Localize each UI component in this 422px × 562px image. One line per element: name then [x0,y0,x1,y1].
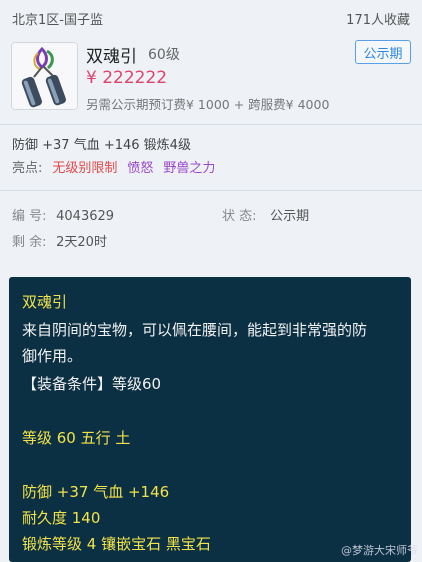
favorites-count[interactable]: 171人收藏 [346,9,410,28]
highlight-tag: 野兽之力 [163,161,216,176]
tooltip-stat-line: 防御 +37 气血 +146 [22,483,170,501]
server-label: 北京1区-国子监 [12,12,103,28]
twin-bell-pendant-icon [11,42,78,110]
remain-label: 剩 余: [12,235,47,250]
item-level: 60级 [148,47,180,63]
fee-note: 另需公示期预订费¥ 1000 + 跨服费¥ 4000 [86,97,330,112]
tooltip-title: 双魂引 [22,293,68,311]
highlight-tag: 愤怒 [127,161,154,176]
item-id-row: 编 号: 4043629 [12,205,114,224]
tooltip-desc: 御作用。 [22,347,83,365]
divider [0,190,422,191]
item-tooltip: 双魂引 来自阴间的宝物，可以佩在腰间，能起到非常强的防 御作用。 【装备条件】等… [9,277,411,562]
id-label: 编 号: [12,209,47,224]
highlights-label: 亮点: [12,161,43,176]
item-name: 双魂引 [86,47,137,67]
top-bar: 北京1区-国子监 171人收藏 [0,0,422,36]
tooltip-level-line: 等级 60 五行 土 [22,429,131,447]
tooltip-durability: 耐久度 140 [22,509,101,527]
watermark: @梦游大宋师爷 [341,544,418,557]
highlights-row: 亮点: 无级别限制 愤怒 野兽之力 [12,157,215,176]
remaining-row: 剩 余: 2天20时 [12,231,107,250]
tooltip-requirement: 【装备条件】等级60 [22,375,162,393]
tooltip-desc: 来自阴间的宝物，可以佩在腰间，能起到非常强的防 [22,321,368,339]
item-price: ¥ 222222 [86,68,168,88]
item-card[interactable]: 双魂引 60级 公示期 ¥ 222222 另需公示期预订费¥ 1000 + 跨服… [0,36,422,124]
id-value: 4043629 [56,209,115,224]
attribute-line: 防御 +37 气血 +146 锻炼4级 [12,138,191,153]
remain-value: 2天20时 [56,235,107,250]
state-value: 公示期 [270,209,310,224]
state-label: 状 态: [222,209,257,224]
tooltip-gem-line: 锻炼等级 4 镶嵌宝石 黑宝石 [22,535,211,553]
item-state-row: 状 态: 公示期 [222,205,309,224]
divider [0,124,422,125]
status-badge: 公示期 [355,40,411,64]
highlight-tag: 无级别限制 [52,161,118,176]
